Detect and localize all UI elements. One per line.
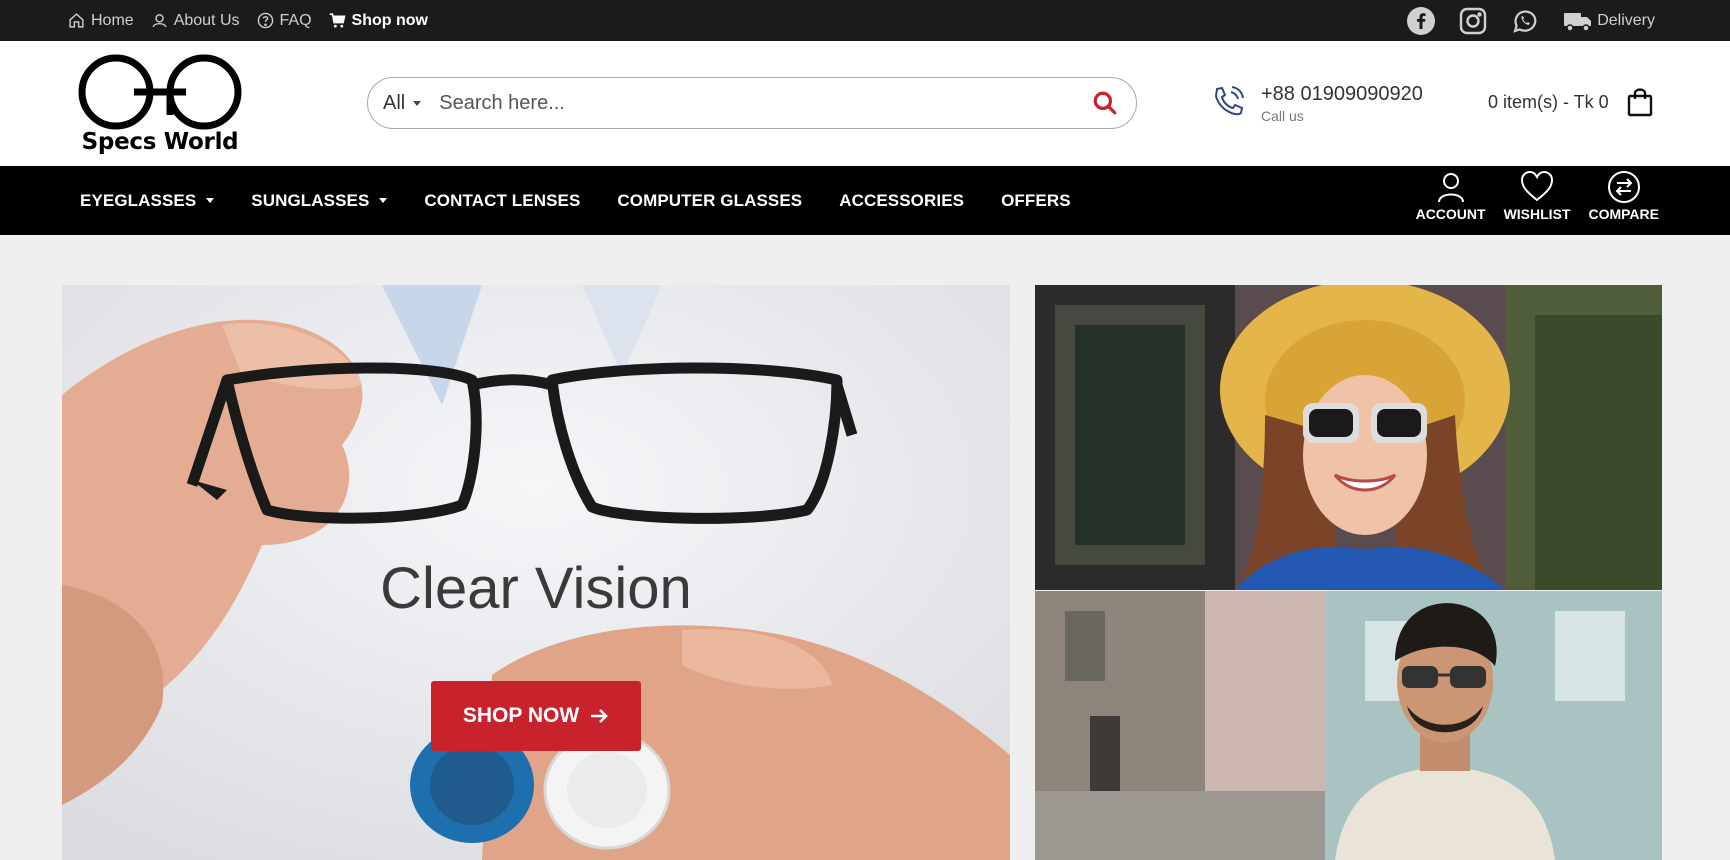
phone-contact[interactable]: +88 01909090920 Call us (1210, 83, 1423, 124)
search-icon (1093, 91, 1117, 115)
nav-item-sunglasses[interactable]: SUNGLASSES (251, 190, 388, 211)
faq-link-label: FAQ (279, 11, 312, 29)
delivery-truck-icon (1564, 12, 1592, 32)
chevron-down-icon (206, 198, 215, 203)
man-sunglasses-image (1035, 591, 1662, 860)
promo-banner-men-sunglasses[interactable] (1035, 591, 1662, 860)
phone-number: +88 01909090920 (1261, 83, 1423, 105)
cart-summary-text: 0 item(s) - Tk 0 (1488, 91, 1609, 112)
delivery-label: Delivery (1597, 11, 1655, 29)
user-icon (1437, 173, 1464, 203)
faq-link[interactable]: FAQ (257, 12, 312, 30)
home-link-label: Home (91, 11, 134, 29)
top-bar: Home About Us FAQ Shop now Delivery (0, 0, 1730, 41)
shop-now-link[interactable]: Shop now (329, 12, 428, 30)
search-category-select[interactable]: All (368, 78, 439, 128)
nav-item-eyeglasses[interactable]: EYEGLASSES (80, 190, 215, 211)
search-button[interactable] (1074, 78, 1136, 128)
phone-ringing-icon (1214, 86, 1244, 116)
nav-item-contact-lenses[interactable]: CONTACT LENSES (424, 191, 580, 211)
promo-banner-women-sunglasses[interactable] (1035, 285, 1662, 590)
user-badge-icon (152, 14, 167, 28)
logo-text: Specs World (81, 129, 239, 155)
home-link[interactable]: Home (68, 12, 134, 30)
search-input[interactable] (439, 78, 1074, 128)
compare-button[interactable]: COMPARE (1588, 170, 1659, 222)
nav-item-label: ACCESSORIES (839, 190, 965, 210)
top-right: Delivery (1383, 6, 1655, 35)
account-label: ACCOUNT (1415, 206, 1486, 222)
nav-item-label: OFFERS (1001, 190, 1071, 210)
nav-item-label: CONTACT LENSES (424, 190, 581, 210)
chevron-down-icon (379, 198, 388, 203)
phone-label: Call us (1261, 108, 1304, 124)
site-logo[interactable]: Specs World (74, 52, 246, 158)
facebook-icon[interactable] (1407, 6, 1436, 35)
whatsapp-icon[interactable] (1511, 7, 1539, 35)
heart-icon (1521, 170, 1554, 202)
nav-item-offers[interactable]: OFFERS (1001, 191, 1071, 211)
woman-sunglasses-image (1035, 285, 1662, 590)
compare-label: COMPARE (1588, 206, 1659, 222)
about-link-label: About Us (173, 11, 240, 29)
glasses-logo-icon (78, 54, 242, 130)
nav-item-computer-glasses[interactable]: COMPUTER GLASSES (617, 191, 802, 211)
nav-item-label: COMPUTER GLASSES (617, 190, 803, 210)
home-icon (69, 13, 84, 28)
nav-item-label: EYEGLASSES (80, 190, 197, 210)
phone-text: +88 01909090920 Call us (1261, 83, 1423, 124)
wishlist-button[interactable]: WISHLIST (1503, 170, 1571, 222)
shop-now-button[interactable]: SHOP NOW (431, 681, 641, 751)
arrow-right-icon (591, 709, 608, 723)
shopping-bag-icon (1627, 88, 1652, 117)
wishlist-label: WISHLIST (1503, 206, 1571, 222)
hero-banner: Clear Vision SHOP NOW (62, 285, 1010, 860)
shop-now-label: Shop now (351, 11, 428, 29)
account-button[interactable]: ACCOUNT (1416, 170, 1486, 222)
nav-actions: ACCOUNT WISHLIST COMPARE (1398, 170, 1659, 222)
instagram-icon[interactable] (1459, 7, 1487, 35)
nav-item-label: SUNGLASSES (251, 190, 370, 210)
cart-icon (329, 13, 345, 28)
delivery-link[interactable]: Delivery (1563, 9, 1655, 33)
about-link[interactable]: About Us (151, 12, 240, 30)
cart-summary[interactable]: 0 item(s) - Tk 0 (1488, 87, 1653, 117)
compare-arrows-icon (1607, 171, 1640, 203)
site-header: Specs World All +88 01909090920 Call us … (0, 41, 1730, 166)
nav-item-accessories[interactable]: ACCESSORIES (839, 191, 964, 211)
main-nav: EYEGLASSES SUNGLASSES CONTACT LENSES COM… (0, 166, 1730, 235)
search-category-value: All (383, 91, 406, 114)
shop-now-button-label: SHOP NOW (462, 704, 580, 727)
hero-title: Clear Vision (380, 556, 692, 621)
search-bar: All (367, 77, 1137, 129)
chevron-down-icon (413, 100, 422, 106)
question-icon (257, 12, 273, 29)
top-links: Home About Us FAQ Shop now (68, 12, 445, 30)
